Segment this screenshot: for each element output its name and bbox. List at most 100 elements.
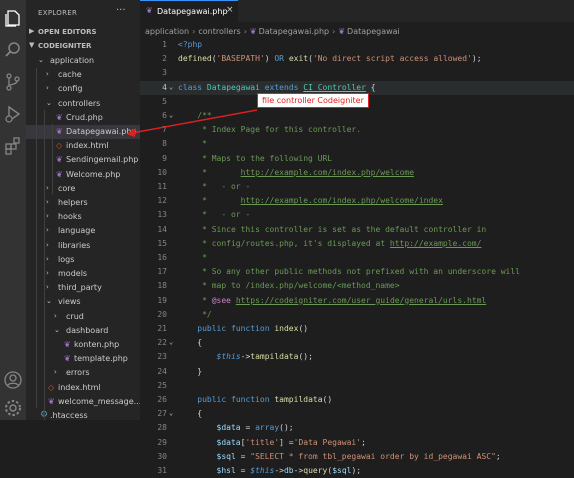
code-text: * - or - [178,210,250,219]
line-number: 28 [157,423,167,433]
code-line: 31 $hsl = $this->db->query($sql); [140,464,574,478]
tree-item-label: application [50,56,95,65]
code-text: $sql = "SELECT * from tbl_pegawai order … [178,452,501,461]
line-number: 27 [157,409,167,419]
editor-area: ❦ Datapegawai.php × application › controll… [140,0,574,475]
tree-item[interactable]: ⌄ application [26,54,140,68]
project-section[interactable]: ▼ CODEIGNITER [26,40,140,53]
code-token: exit [288,54,309,64]
code-text: * - or - [178,182,250,191]
breadcrumb: application › controllers › ❦ Datapegawai.php… [145,27,400,36]
search-icon[interactable] [3,40,23,60]
fold-chevron-icon[interactable]: ⌄ [169,111,173,119]
line-number: 17 [157,267,167,277]
code-token: * So any other public methods not prefix… [178,267,520,277]
tree-item-label: konten.php [74,340,120,349]
line-number: 29 [157,437,167,447]
code-token: 'Data Pegawai' [293,437,362,447]
activity-bar [0,0,26,420]
line-number: 9 [162,153,167,163]
chevron-right-icon: › [54,311,57,320]
code-token: () [322,395,333,404]
tree-item-label: index.html [66,141,109,151]
code-token: = [235,466,251,475]
run-debug-icon[interactable] [3,104,23,124]
code-text: * config/routes.php, it's displayed at h… [178,239,481,248]
close-icon[interactable]: × [226,5,234,15]
fold-chevron-icon[interactable]: ⌄ [169,338,173,346]
line-number: 16 [157,253,167,262]
chevron-right-icon: › [46,254,49,263]
code-token: http://example.com/index.php/welcome [240,167,415,177]
chevron-down-icon: ⌄ [46,98,52,107]
breadcrumb-item[interactable]: Datapegawai.php [259,27,330,36]
chevron-down-icon: ⌄ [54,325,60,334]
code-token: ; [495,451,501,461]
code-token: /** [178,111,212,120]
code-token: ) [264,54,275,64]
code-token: function [231,324,270,333]
code-token: ] = [279,437,294,447]
code-line: 24 } [140,365,574,379]
more-actions-icon[interactable]: ··· [116,5,126,16]
extensions-icon[interactable] [3,136,23,156]
breadcrumb-item[interactable]: application [145,27,189,36]
code-token: { [365,82,376,92]
code-line: 16 * [140,251,574,265]
code-line: 7 * Index Page for this controller. [140,123,574,137]
fold-chevron-icon[interactable]: ⌄ [169,409,173,417]
breadcrumb-item[interactable]: controllers [198,27,240,36]
code-token: index [274,324,299,333]
code-token: <?php [178,40,203,49]
code-text: * http://example.com/index.php/welcome [178,168,414,177]
tree-item-label: third_party [58,283,102,293]
tree-item[interactable]: › config [26,82,140,96]
breadcrumb-item[interactable]: Datapegawai [347,27,400,36]
code-token: Datapegawai [206,82,260,92]
code-token: -> [274,466,284,475]
source-control-icon[interactable] [3,72,23,92]
code-line: 18 * map to /index.php/welcome/<method_n… [140,279,574,293]
code-token: extends [264,82,299,92]
files-icon[interactable] [3,8,23,28]
tree-item[interactable]: › cache [26,68,140,82]
code-text: * map to /index.php/welcome/<method_name… [178,281,400,291]
fold-chevron-icon[interactable]: ⌄ [169,83,173,91]
account-icon[interactable] [3,370,23,390]
code-token: $this [250,466,275,475]
code-token: http://example.com/ [389,238,482,248]
chevron-right-icon: › [54,368,57,377]
tree-item-label: models [58,269,88,278]
line-number: 2 [162,54,167,64]
explorer-sidebar: EXPLORER ··· ▶ OPEN EDITORS ▼ CODEIGNITE… [26,0,140,420]
indent-guide [36,68,37,408]
chevron-down-icon: ▼ [29,41,35,49]
code-token: () [298,324,309,333]
line-number: 26 [157,395,167,404]
open-editors-section[interactable]: ▶ OPEN EDITORS [26,26,140,39]
code-token: OR [274,54,284,64]
code-text: { [178,338,202,347]
code-text: * Index Page for this controller. [178,125,361,134]
tree-item[interactable]: ⌄ controllers [26,97,140,111]
line-number: 20 [157,309,167,319]
code-token: * - or - [178,210,251,220]
code-line: 29 $data['title'] ='Data Pegawai'; [140,436,574,450]
code-line: 2 defined('BASEPATH') OR exit('No direct … [140,52,574,66]
code-line: 6 ⌄ /** [140,109,574,123]
line-number: 18 [157,281,167,291]
code-token: * map to /index.php/welcome/<method_name… [178,281,400,291]
code-token: http://example.com/index.php/welcome/ind… [240,196,443,206]
line-number: 1 [162,40,167,49]
settings-gear-icon[interactable] [3,398,23,418]
code-text: /** [178,111,212,120]
code-text: * http://example.com/index.php/welcome/i… [178,196,443,205]
line-number: 25 [157,380,167,390]
tree-item-label: dashboard [66,325,109,335]
code-token: * Maps to the following URL [178,153,333,163]
code-line: 27 ⌄ { [140,407,574,421]
tab-datapegawai[interactable]: ❦ Datapegawai.php × [140,0,238,22]
code-token: CI_Controller [303,82,366,92]
code-token: public [178,395,227,404]
